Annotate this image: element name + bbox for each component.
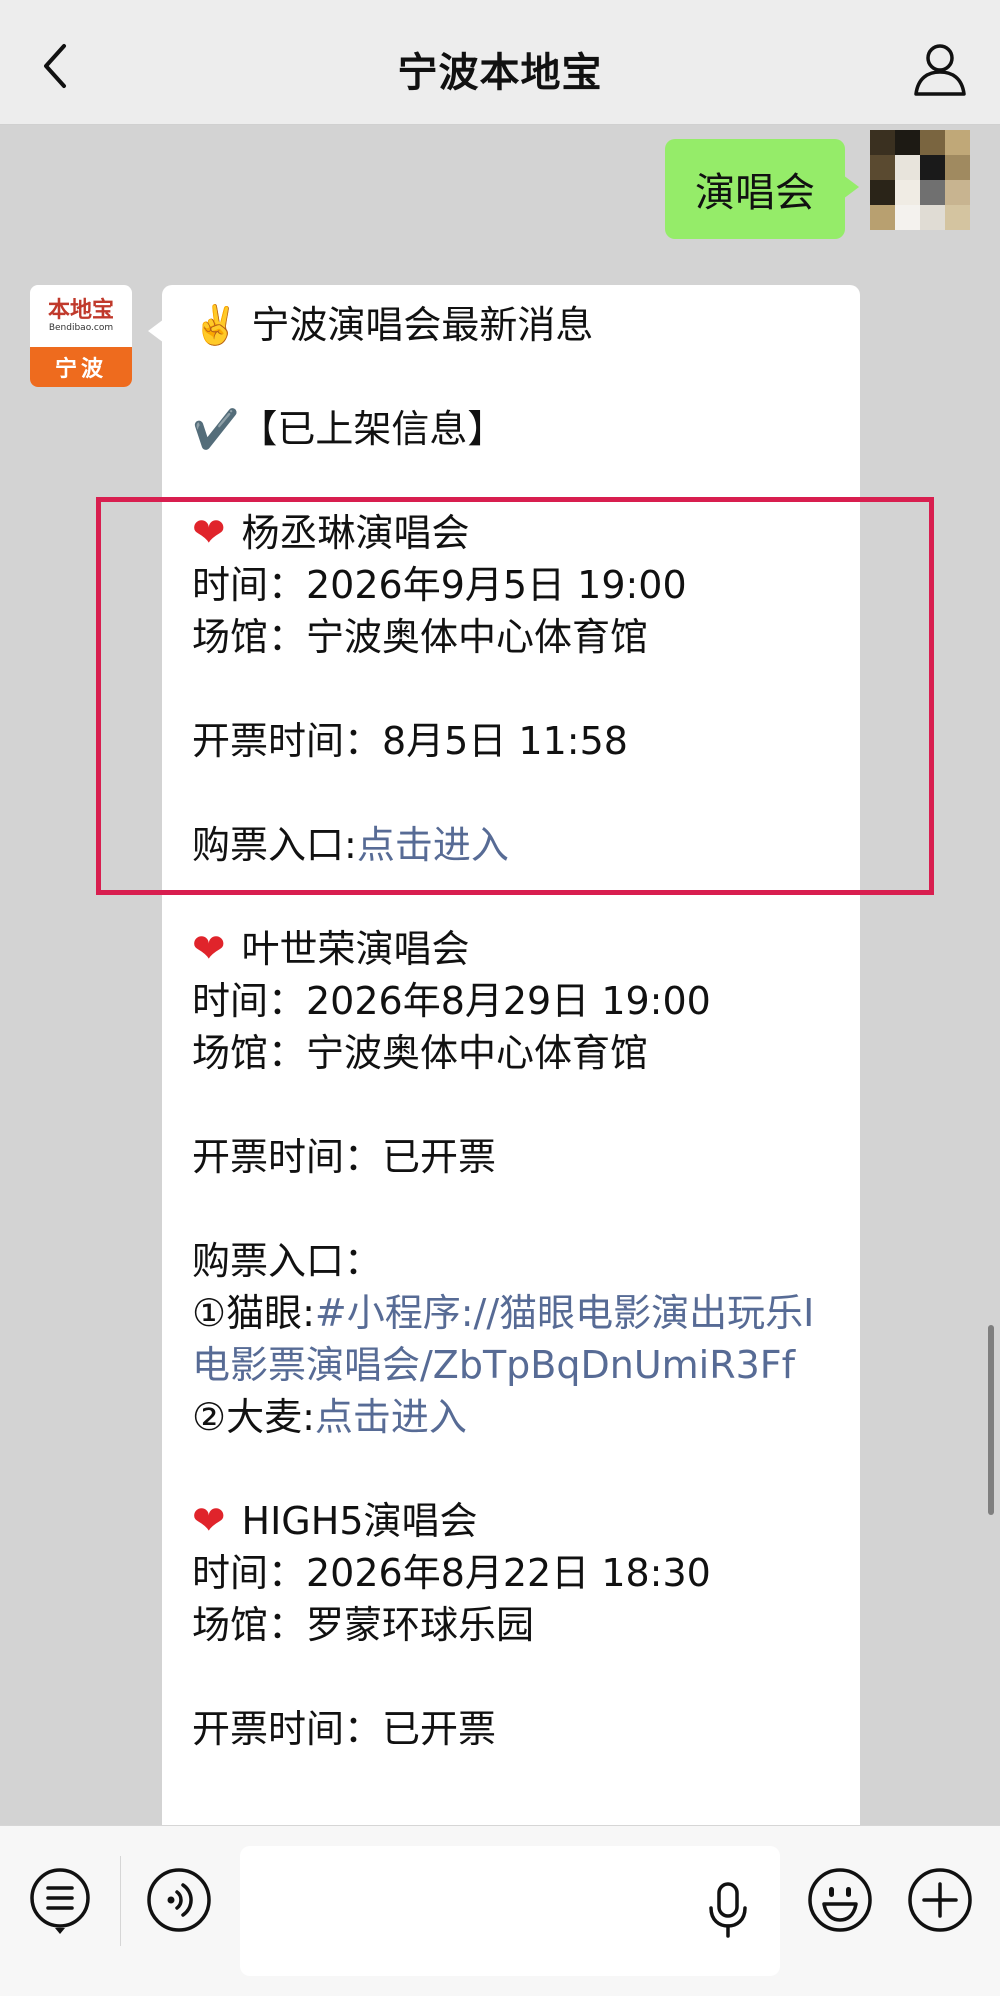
heart-icon: ❤: [192, 926, 226, 972]
concert-time: 时间：2026年8月29日 19:00: [192, 979, 711, 1023]
concert-title: ❤ HIGH5演唱会: [192, 1498, 478, 1544]
avatar-brand: 本地宝: [47, 298, 114, 323]
microphone-icon[interactable]: [705, 1880, 751, 1940]
user-message-bubble[interactable]: 演唱会: [665, 139, 859, 239]
input-bar: [0, 1825, 1000, 1996]
concert-venue: 场馆：罗蒙环球乐园: [192, 1603, 535, 1647]
ticket-entry-label: 购票入口：: [192, 1239, 383, 1283]
avatar-url: Bendibao.com: [48, 323, 114, 333]
scrollbar[interactable]: [988, 1325, 994, 1515]
avatar-city: 宁波: [30, 347, 132, 387]
message-input[interactable]: [240, 1846, 780, 1976]
top-nav-bar: 宁波本地宝: [0, 0, 1000, 125]
damai-link[interactable]: 点击进入: [315, 1395, 467, 1439]
status-line: ✔️【已上架信息】: [192, 407, 506, 451]
damai-entry: ②大麦:点击进入: [192, 1395, 467, 1439]
intro-line: ✌️ 宁波演唱会最新消息: [192, 303, 594, 347]
emoji-icon[interactable]: [804, 1864, 876, 1936]
concert-time: 时间：2026年8月22日 18:30: [192, 1551, 711, 1595]
person-icon[interactable]: [908, 36, 972, 100]
concert-title: ❤ 叶世荣演唱会: [192, 926, 470, 972]
user-message-text: 演唱会: [695, 170, 815, 216]
concert-sale-time: 开票时间：已开票: [192, 1707, 497, 1751]
concert-venue: 场馆：宁波奥体中心体育馆: [192, 1031, 649, 1075]
heart-icon: ❤: [192, 1498, 226, 1544]
page-title: 宁波本地宝: [397, 50, 603, 96]
bot-avatar[interactable]: 本地宝 Bendibao.com 宁波: [30, 285, 132, 387]
chat-area[interactable]: 演唱会 本地宝 Bendibao.com 宁波 ✌️ 宁波演唱会最新消息 ✔️【…: [0, 125, 1000, 1885]
concert-sale-time: 开票时间：已开票: [192, 1135, 497, 1179]
plus-icon[interactable]: [904, 1864, 976, 1936]
highlight-box: [96, 497, 934, 895]
voice-icon[interactable]: [143, 1864, 215, 1936]
maoyan-entry: ①猫眼:#小程序://猫眼电影演出玩乐I电影票演唱会/ZbTpBqDnUmiR3…: [192, 1291, 815, 1387]
user-avatar[interactable]: [870, 130, 970, 230]
menu-list-icon[interactable]: [24, 1864, 96, 1936]
